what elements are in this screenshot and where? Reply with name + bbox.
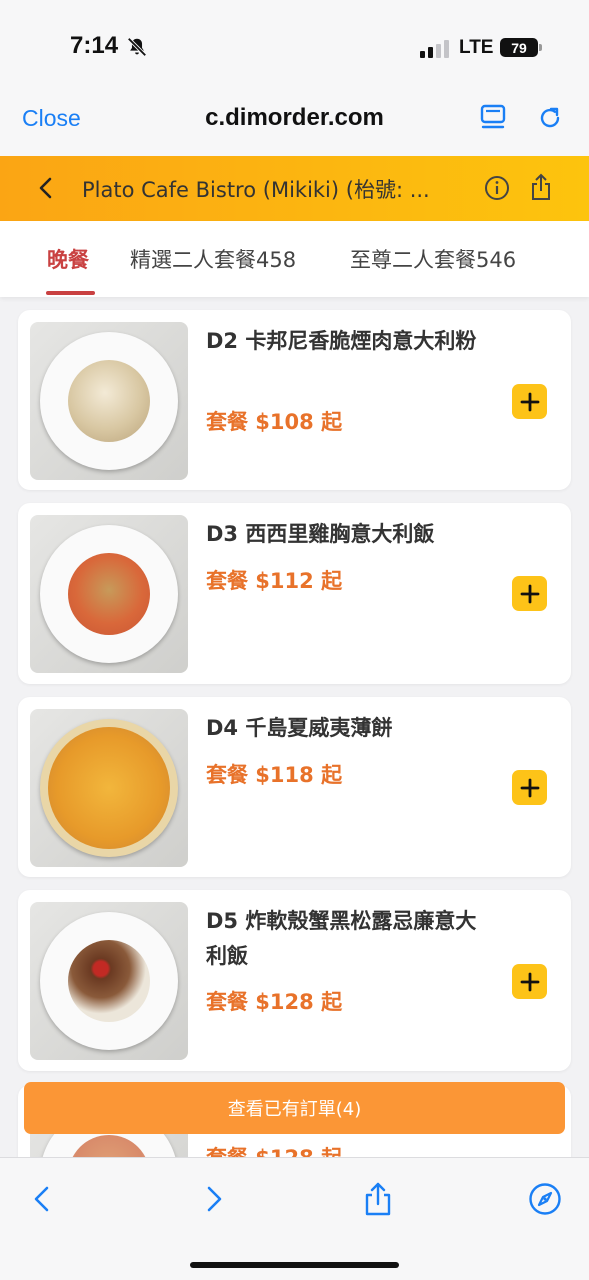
category-tabs: 晚餐 精選二人套餐458 至尊二人套餐546 xyxy=(0,221,589,297)
active-tab-indicator xyxy=(46,291,95,295)
browser-chrome: 7:14 LTE 79 Close c.dimorder.com xyxy=(0,0,589,156)
product-list: D2 卡邦尼香脆煙肉意大利粉 套餐 $108 起 D3 西西里雞胸意大利飯 套餐… xyxy=(0,297,589,1157)
battery-icon: 79 xyxy=(500,38,542,57)
product-price: 套餐 $108 起 xyxy=(206,410,343,434)
view-orders-button[interactable]: 查看已有訂單(4) xyxy=(24,1082,565,1134)
add-button[interactable] xyxy=(512,384,547,419)
bell-slash-icon xyxy=(127,37,147,57)
product-card[interactable]: D4 千島夏威夷薄餅 套餐 $118 起 xyxy=(18,697,571,877)
product-card[interactable]: D5 炸軟殼蟹黑松露忌廉意大利飯 套餐 $128 起 xyxy=(18,890,571,1071)
add-button[interactable] xyxy=(512,964,547,999)
tab-couple-set-458[interactable]: 精選二人套餐458 xyxy=(130,244,296,274)
back-icon[interactable] xyxy=(36,176,56,200)
share-toolbar-icon[interactable] xyxy=(361,1182,395,1216)
product-price: 套餐 $118 起 xyxy=(206,763,343,787)
signal-icon xyxy=(420,40,449,58)
product-name: D2 卡邦尼香脆煙肉意大利粉 xyxy=(206,329,477,353)
reload-icon[interactable] xyxy=(536,104,564,132)
plus-icon xyxy=(520,584,539,603)
product-image xyxy=(30,902,188,1060)
tabs-icon[interactable] xyxy=(480,104,506,132)
add-button[interactable] xyxy=(512,770,547,805)
home-indicator xyxy=(190,1262,399,1268)
info-icon[interactable] xyxy=(484,175,510,201)
product-price: 套餐 $112 起 xyxy=(206,569,343,593)
tab-couple-set-546[interactable]: 至尊二人套餐546 xyxy=(350,244,516,274)
plus-icon xyxy=(520,972,539,991)
share-icon[interactable] xyxy=(529,173,553,201)
plus-icon xyxy=(520,778,539,797)
product-name: D4 千島夏威夷薄餅 xyxy=(206,716,393,740)
plus-icon xyxy=(520,392,539,411)
status-time: 7:14 xyxy=(70,32,119,59)
product-card[interactable]: D2 卡邦尼香脆煙肉意大利粉 套餐 $108 起 xyxy=(18,310,571,490)
product-image xyxy=(30,322,188,480)
restaurant-title: Plato Cafe Bistro (Mikiki) (枱號: ... xyxy=(82,178,430,202)
compass-icon[interactable] xyxy=(528,1182,562,1216)
product-price: 套餐 $128 起 xyxy=(206,990,343,1014)
product-name: D5 炸軟殼蟹黑松露忌廉意大利飯 xyxy=(206,909,477,968)
nav-forward-icon[interactable] xyxy=(196,1182,230,1216)
tab-dinner[interactable]: 晚餐 xyxy=(47,244,89,274)
carrier-label: LTE xyxy=(459,37,494,58)
product-image xyxy=(30,709,188,867)
product-price: 套餐 $128 起 xyxy=(206,1142,342,1157)
nav-back-icon[interactable] xyxy=(26,1182,60,1216)
product-card[interactable]: D3 西西里雞胸意大利飯 套餐 $112 起 xyxy=(18,503,571,684)
add-button[interactable] xyxy=(512,576,547,611)
product-image xyxy=(30,515,188,673)
app-header: Plato Cafe Bistro (Mikiki) (枱號: ... xyxy=(0,156,589,221)
product-name: D3 西西里雞胸意大利飯 xyxy=(206,522,435,546)
